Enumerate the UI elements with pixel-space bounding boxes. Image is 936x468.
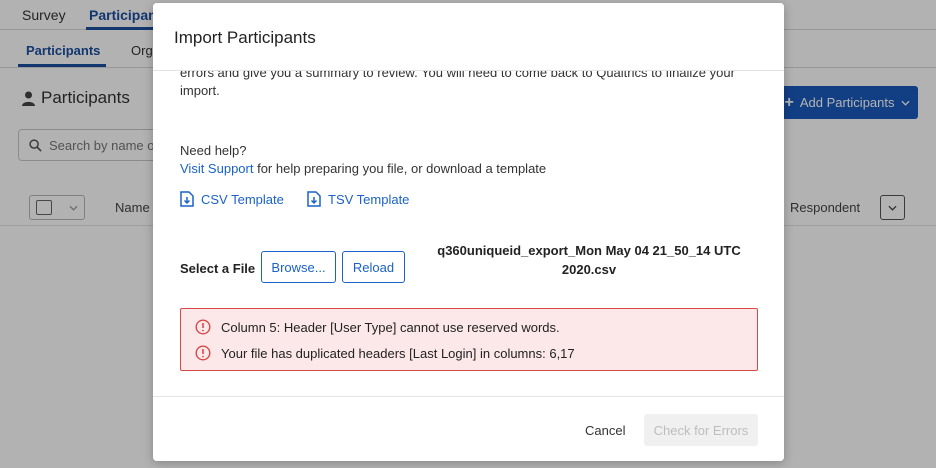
- download-file-icon: [307, 191, 321, 207]
- csv-template-link[interactable]: CSV Template: [180, 191, 284, 207]
- alert-circle-icon: [195, 319, 211, 335]
- selected-file-name: q360uniqueid_export_Mon May 04 21_50_14 …: [419, 241, 759, 279]
- error-alert: Column 5: Header [User Type] cannot use …: [180, 308, 758, 371]
- check-for-errors-button[interactable]: Check for Errors: [644, 414, 758, 446]
- tsv-template-label: TSV Template: [328, 191, 410, 207]
- browse-button[interactable]: Browse...: [261, 251, 336, 283]
- reload-button[interactable]: Reload: [342, 251, 405, 283]
- intro-line-1: errors and give you a summary to review.…: [180, 71, 735, 80]
- error-message: Column 5: Header [User Type] cannot use …: [221, 319, 560, 335]
- select-file-label: Select a File: [180, 261, 256, 276]
- visit-support-link[interactable]: Visit Support: [180, 161, 253, 176]
- error-message: Your file has duplicated headers [Last L…: [221, 345, 575, 361]
- intro-text: errors and give you a summary to review.…: [180, 71, 740, 109]
- alert-circle-icon: [195, 345, 211, 361]
- csv-template-label: CSV Template: [201, 191, 284, 207]
- import-participants-dialog: Import Participants errors and give you …: [153, 3, 784, 461]
- dialog-body[interactable]: errors and give you a summary to review.…: [153, 71, 784, 396]
- dialog-header: Import Participants: [153, 3, 784, 71]
- help-text: for help preparing you file, or download…: [253, 161, 547, 176]
- tsv-template-link[interactable]: TSV Template: [307, 191, 409, 207]
- help-heading: Need help?: [180, 143, 247, 158]
- cancel-button[interactable]: Cancel: [585, 423, 625, 438]
- download-file-icon: [180, 191, 194, 207]
- dialog-title: Import Participants: [174, 28, 316, 47]
- intro-line-2: import.: [180, 83, 220, 98]
- help-line: Visit Support for help preparing you fil…: [180, 161, 546, 176]
- error-item: Your file has duplicated headers [Last L…: [195, 345, 575, 361]
- error-item: Column 5: Header [User Type] cannot use …: [195, 319, 560, 335]
- file-name-line-1: q360uniqueid_export_Mon May 04 21_50_14 …: [437, 243, 741, 258]
- file-name-line-2: 2020.csv: [561, 262, 617, 277]
- dialog-footer: Cancel Check for Errors: [153, 396, 784, 461]
